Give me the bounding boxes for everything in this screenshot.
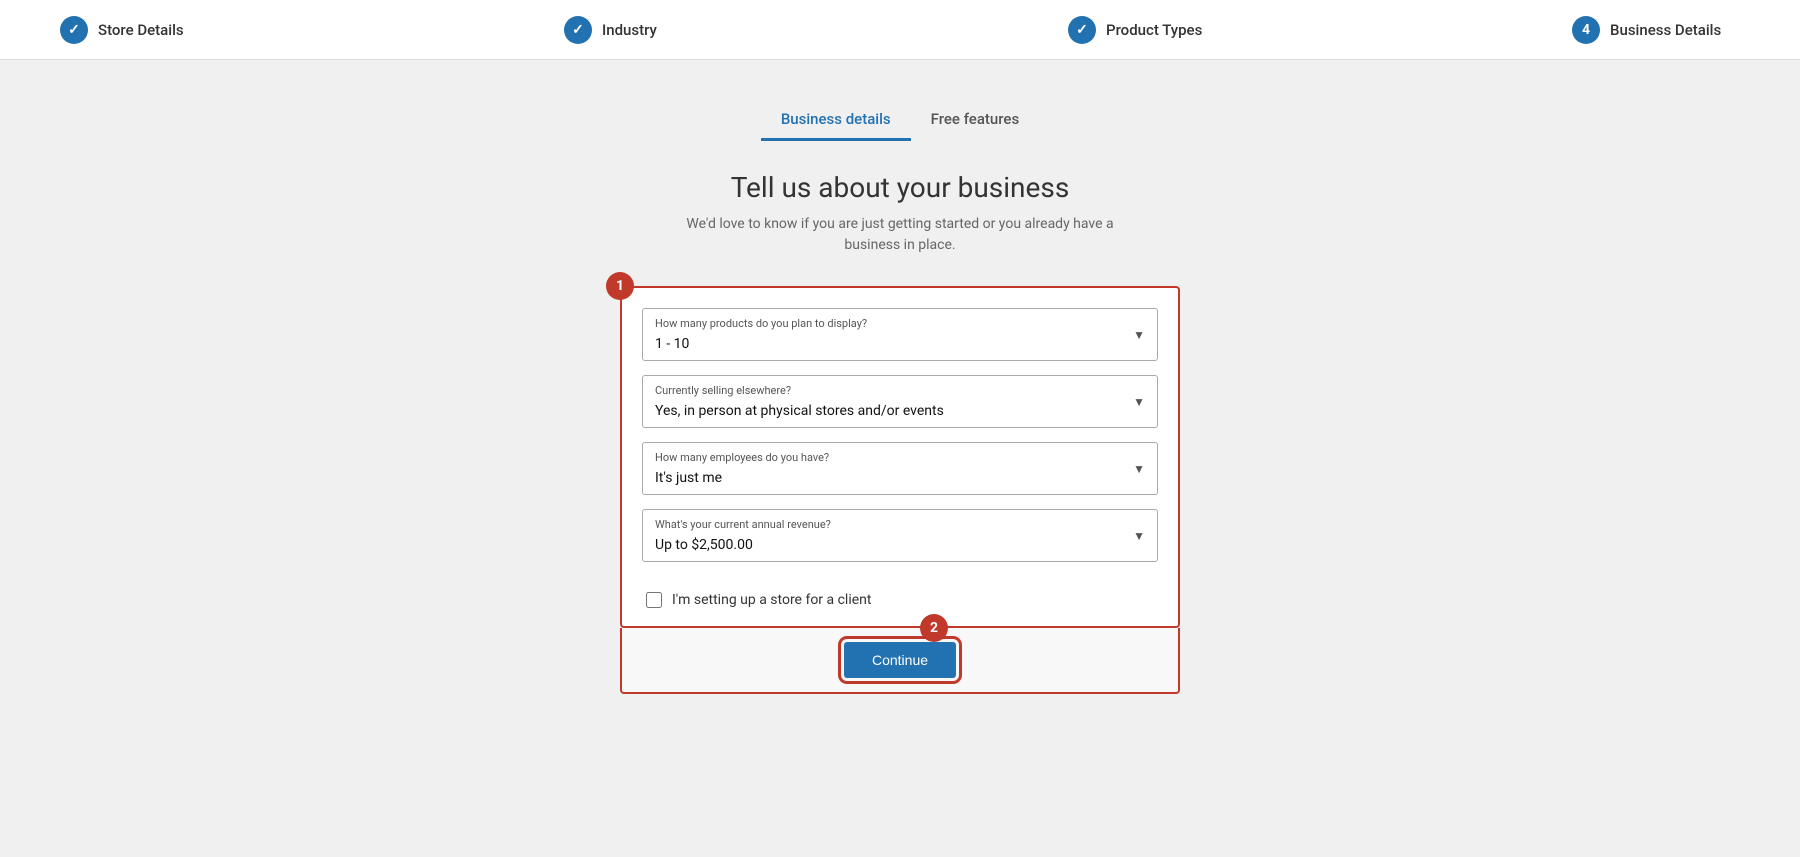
step-business-details-icon: 4 (1572, 16, 1600, 44)
products-count-select[interactable]: How many products do you plan to display… (642, 308, 1158, 361)
step-store-details: ✓ Store Details (60, 16, 228, 44)
employees-label: How many employees do you have? (655, 451, 1145, 464)
progress-bar: ✓ Store Details ✓ Industry ✓ Product Typ… (0, 0, 1800, 60)
continue-section: 2 Continue (620, 628, 1180, 694)
selling-elsewhere-select[interactable]: Currently selling elsewhere? Yes, in per… (642, 375, 1158, 428)
products-count-value: 1 - 10 (655, 336, 689, 352)
step-business-details-label: Business Details (1610, 21, 1721, 39)
selling-elsewhere-chevron-icon: ▼ (1133, 395, 1145, 409)
step-product-types-label: Product Types (1106, 21, 1202, 39)
step-product-types: ✓ Product Types (1068, 16, 1236, 44)
products-count-label: How many products do you plan to display… (655, 317, 1145, 330)
step-badge-1: 1 (606, 272, 634, 300)
step-badge-2: 2 (920, 614, 948, 642)
client-store-checkbox[interactable] (646, 592, 662, 608)
form-container: 1 How many products do you plan to displ… (620, 286, 1180, 694)
step-product-types-icon: ✓ (1068, 16, 1096, 44)
step-industry-label: Industry (602, 21, 657, 39)
title-section: Tell us about your business We'd love to… (670, 171, 1130, 256)
main-content: Business details Free features Tell us a… (0, 60, 1800, 734)
client-store-checkbox-group: I'm setting up a store for a client (642, 576, 1158, 626)
revenue-chevron-icon: ▼ (1133, 529, 1145, 543)
page-title: Tell us about your business (670, 171, 1130, 204)
employees-select[interactable]: How many employees do you have? It's jus… (642, 442, 1158, 495)
form-box: How many products do you plan to display… (620, 286, 1180, 628)
selling-elsewhere-label: Currently selling elsewhere? (655, 384, 1145, 397)
step-business-details: 4 Business Details (1572, 16, 1740, 44)
revenue-value: Up to $2,500.00 (655, 537, 753, 553)
revenue-label: What's your current annual revenue? (655, 518, 1145, 531)
selling-elsewhere-value: Yes, in person at physical stores and/or… (655, 403, 944, 419)
products-count-chevron-icon: ▼ (1133, 328, 1145, 342)
employees-value: It's just me (655, 470, 722, 486)
continue-button[interactable]: Continue (844, 642, 956, 678)
page-subtitle: We'd love to know if you are just gettin… (670, 214, 1130, 256)
tab-business-details[interactable]: Business details (761, 100, 911, 141)
tab-free-features[interactable]: Free features (911, 100, 1040, 141)
employees-chevron-icon: ▼ (1133, 462, 1145, 476)
step-industry: ✓ Industry (564, 16, 732, 44)
step-store-details-icon: ✓ (60, 16, 88, 44)
step-industry-icon: ✓ (564, 16, 592, 44)
revenue-select[interactable]: What's your current annual revenue? Up t… (642, 509, 1158, 562)
client-store-label: I'm setting up a store for a client (672, 592, 871, 608)
step-store-details-label: Store Details (98, 21, 184, 39)
tabs-container: Business details Free features (761, 100, 1039, 141)
